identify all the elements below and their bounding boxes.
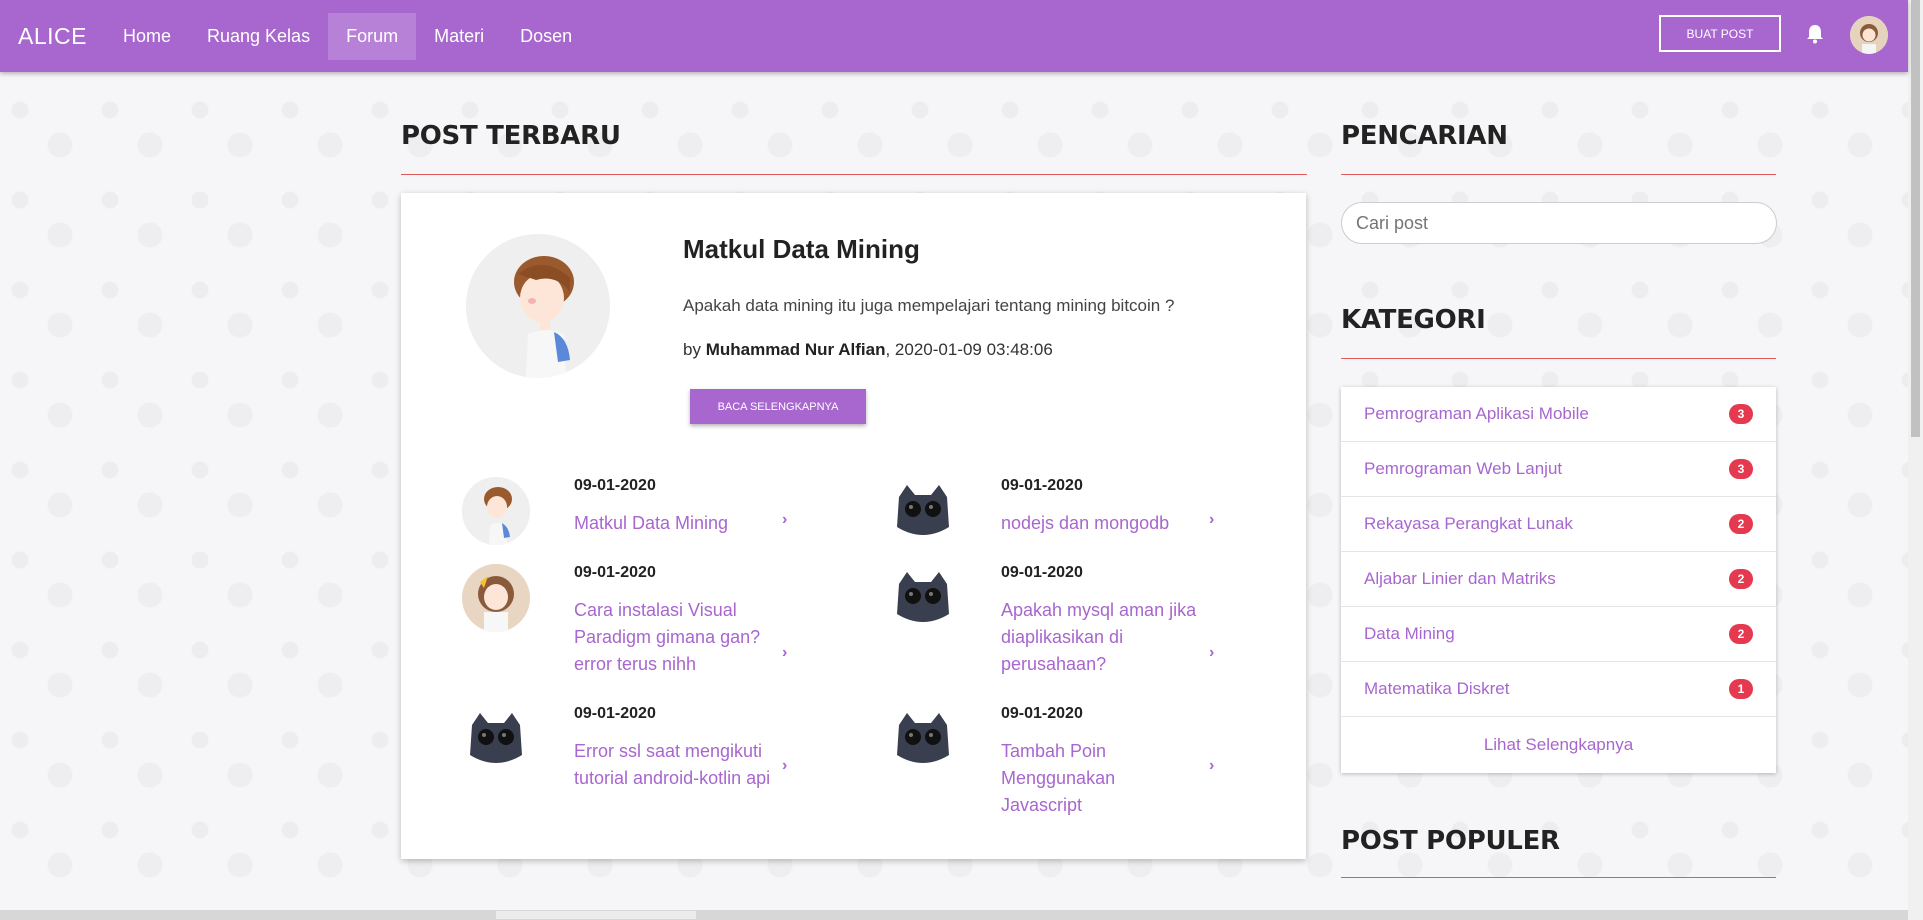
chevron-right-icon[interactable]: › — [1209, 644, 1214, 662]
cat-glasses-avatar — [889, 564, 957, 632]
nav-dosen[interactable]: Dosen — [502, 13, 590, 60]
post-list-item[interactable]: 09-01-2020 Tambah Poin Menggunakan Javas… — [889, 705, 1229, 815]
count-badge: 1 — [1729, 679, 1753, 699]
horizontal-scrollbar-thumb[interactable] — [496, 911, 696, 919]
category-item[interactable]: Aljabar Linier dan Matriks 2 — [1341, 552, 1776, 607]
chevron-right-icon[interactable]: › — [782, 511, 787, 529]
brand-logo[interactable]: ALICE — [18, 23, 87, 50]
featured-author-avatar — [466, 234, 610, 378]
category-name[interactable]: Matematika Diskret — [1364, 679, 1509, 699]
featured-post-description: Apakah data mining itu juga mempelajari … — [683, 296, 1175, 315]
category-item[interactable]: Pemrograman Aplikasi Mobile 3 — [1341, 387, 1776, 442]
post-title[interactable]: Cara instalasi Visual Paradigm gimana ga… — [574, 597, 774, 678]
count-badge: 3 — [1729, 459, 1753, 479]
cat-glasses-avatar — [462, 705, 530, 773]
search-input[interactable] — [1341, 202, 1777, 244]
category-name[interactable]: Rekayasa Perangkat Lunak — [1364, 514, 1573, 534]
category-name[interactable]: Pemrograman Aplikasi Mobile — [1364, 404, 1589, 424]
post-title[interactable]: Tambah Poin Menggunakan Javascript — [1001, 738, 1201, 819]
vertical-scrollbar-thumb[interactable] — [1911, 0, 1920, 437]
post-date: 09-01-2020 — [1001, 705, 1083, 722]
count-badge: 3 — [1729, 404, 1753, 424]
nav-forum[interactable]: Forum — [328, 12, 417, 60]
post-date: 09-01-2020 — [1001, 564, 1083, 581]
post-list-item[interactable]: 09-01-2020 Error ssl saat mengikuti tuto… — [462, 705, 802, 795]
category-name[interactable]: Pemrograman Web Lanjut — [1364, 459, 1562, 479]
post-date: 09-01-2020 — [574, 705, 656, 722]
heading-divider — [1341, 174, 1776, 175]
post-title[interactable]: nodejs dan mongodb — [1001, 510, 1201, 537]
search-heading: PENCARIAN — [1341, 121, 1508, 151]
girl-avatar — [462, 564, 530, 632]
post-list-item[interactable]: 09-01-2020 Matkul Data Mining › — [462, 477, 802, 547]
post-title[interactable]: Apakah mysql aman jika diaplikasikan di … — [1001, 597, 1201, 678]
chevron-right-icon[interactable]: › — [782, 644, 787, 662]
top-navbar: ALICE Home Ruang Kelas Forum Materi Dose… — [0, 0, 1908, 72]
post-date: 09-01-2020 — [1001, 477, 1083, 494]
featured-post-title[interactable]: Matkul Data Mining — [683, 234, 920, 265]
featured-post-datetime: , 2020-01-09 03:48:06 — [885, 340, 1053, 359]
boy-avatar — [462, 477, 530, 545]
post-list-item[interactable]: 09-01-2020 nodejs dan mongodb › — [889, 477, 1229, 547]
count-badge: 2 — [1729, 569, 1753, 589]
bell-icon[interactable] — [1806, 24, 1824, 44]
category-name[interactable]: Data Mining — [1364, 624, 1455, 644]
by-prefix: by — [683, 340, 706, 359]
latest-posts-heading: POST TERBARU — [401, 121, 621, 151]
cat-glasses-avatar — [889, 705, 957, 773]
nav-ruang-kelas[interactable]: Ruang Kelas — [189, 13, 328, 60]
category-item[interactable]: Matematika Diskret 1 — [1341, 662, 1776, 717]
post-title[interactable]: Error ssl saat mengikuti tutorial androi… — [574, 738, 774, 792]
create-post-button[interactable]: BUAT POST — [1659, 15, 1781, 52]
chevron-right-icon[interactable]: › — [782, 757, 787, 775]
read-more-button[interactable]: BACA SELENGKAPNYA — [690, 389, 866, 424]
featured-post-author[interactable]: Muhammad Nur Alfian — [706, 340, 886, 359]
category-list: Pemrograman Aplikasi Mobile 3 Pemrograma… — [1341, 387, 1776, 773]
latest-posts-card: Matkul Data Mining Apakah data mining it… — [401, 193, 1306, 859]
post-date: 09-01-2020 — [574, 564, 656, 581]
popular-posts-heading: POST POPULER — [1341, 826, 1560, 856]
count-badge: 2 — [1729, 624, 1753, 644]
count-badge: 2 — [1729, 514, 1753, 534]
category-name[interactable]: Aljabar Linier dan Matriks — [1364, 569, 1556, 589]
user-avatar[interactable] — [1850, 16, 1888, 54]
featured-post-meta: by Muhammad Nur Alfian, 2020-01-09 03:48… — [683, 340, 1053, 360]
post-list-item[interactable]: 09-01-2020 Apakah mysql aman jika diapli… — [889, 564, 1229, 674]
category-heading: KATEGORI — [1341, 305, 1486, 335]
cat-glasses-avatar — [889, 477, 957, 545]
post-title[interactable]: Matkul Data Mining — [574, 510, 774, 537]
heading-divider — [1341, 877, 1776, 878]
nav-links: Home Ruang Kelas Forum Materi Dosen — [105, 0, 590, 72]
category-item[interactable]: Rekayasa Perangkat Lunak 2 — [1341, 497, 1776, 552]
chevron-right-icon[interactable]: › — [1209, 757, 1214, 775]
nav-home[interactable]: Home — [105, 13, 189, 60]
category-item[interactable]: Data Mining 2 — [1341, 607, 1776, 662]
category-item[interactable]: Pemrograman Web Lanjut 3 — [1341, 442, 1776, 497]
nav-materi[interactable]: Materi — [416, 13, 502, 60]
heading-divider — [1341, 358, 1776, 359]
see-more-link[interactable]: Lihat Selengkapnya — [1341, 717, 1776, 772]
post-list-item[interactable]: 09-01-2020 Cara instalasi Visual Paradig… — [462, 564, 802, 674]
post-date: 09-01-2020 — [574, 477, 656, 494]
chevron-right-icon[interactable]: › — [1209, 511, 1214, 529]
heading-divider — [401, 174, 1307, 175]
horizontal-scrollbar-track[interactable] — [0, 910, 1908, 920]
